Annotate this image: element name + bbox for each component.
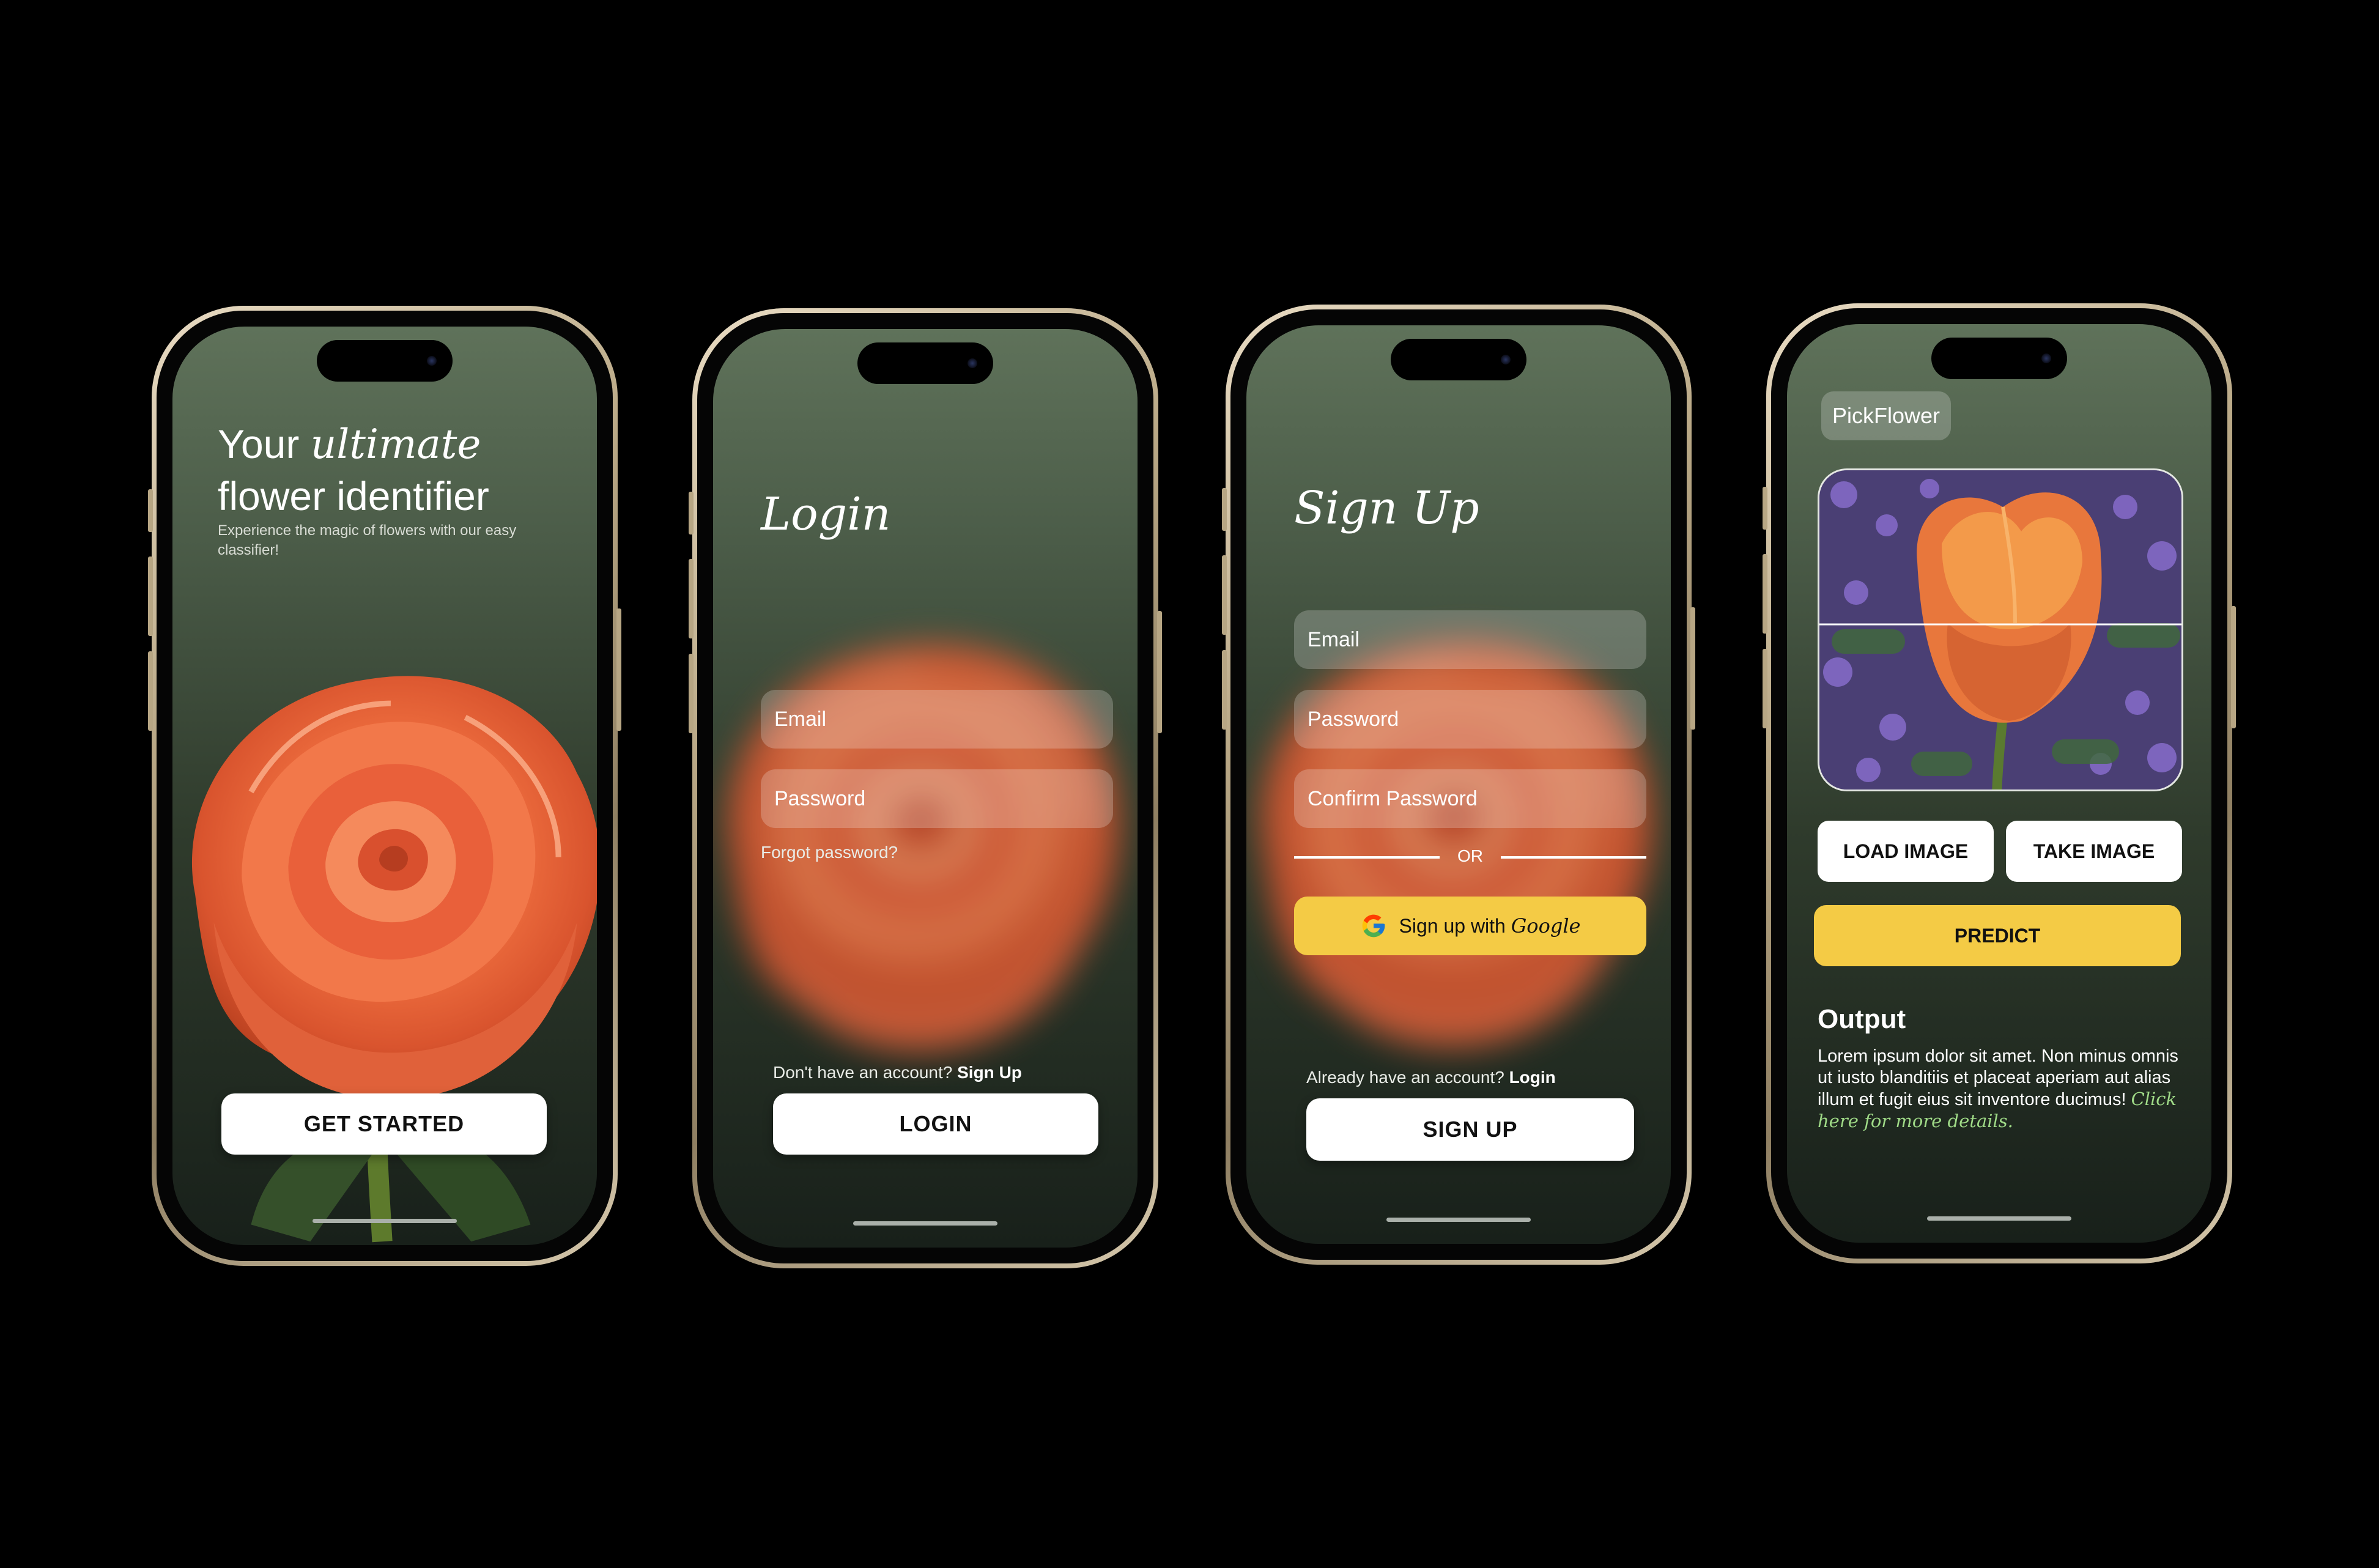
email-field[interactable]: Email [761, 690, 1113, 749]
google-icon [1362, 914, 1385, 937]
phone-login: Login Email Password Forgot password? Do… [689, 308, 1162, 1268]
mockup-stage: Your ultimate flower identifier Experien… [0, 0, 2379, 1568]
dynamic-island [1391, 339, 1526, 380]
load-image-button[interactable]: LOAD IMAGE [1818, 821, 1994, 882]
signup-button[interactable]: SIGN UP [1306, 1098, 1634, 1161]
output-title: Output [1818, 1004, 1906, 1034]
login-title: Login [761, 488, 891, 541]
tulip-image [1819, 470, 2181, 790]
signup-screen: Sign Up Email Password Confirm Password … [1246, 325, 1671, 1244]
password-field[interactable]: Password [1294, 690, 1646, 749]
classifier-screen: PickFlower LOAD IMAGE TAKE IMAGE PREDICT… [1787, 324, 2211, 1243]
have-account-text: Already have an account? [1306, 1068, 1504, 1087]
predict-button[interactable]: PREDICT [1814, 905, 2181, 966]
login-button[interactable]: LOGIN [773, 1093, 1098, 1155]
password-field[interactable]: Password [761, 769, 1113, 828]
dynamic-island [857, 342, 993, 384]
take-image-button[interactable]: TAKE IMAGE [2006, 821, 2182, 882]
login-prompt: Already have an account? Login [1306, 1068, 1556, 1087]
signup-link[interactable]: Sign Up [957, 1063, 1022, 1082]
app-name-tag: PickFlower [1821, 391, 1952, 440]
login-screen: Login Email Password Forgot password? Do… [713, 329, 1138, 1248]
home-indicator [1386, 1218, 1531, 1222]
welcome-screen: Your ultimate flower identifier Experien… [172, 327, 597, 1245]
google-signup-button[interactable]: Sign up with Google [1294, 897, 1646, 955]
signup-title: Sign Up [1294, 482, 1479, 534]
phone-signup: Sign Up Email Password Confirm Password … [1222, 305, 1695, 1265]
output-body: Lorem ipsum dolor sit amet. Non minus om… [1818, 1046, 2178, 1109]
welcome-title: Your ultimate flower identifier [218, 421, 489, 519]
phone-welcome: Your ultimate flower identifier Experien… [148, 306, 621, 1266]
email-field[interactable]: Email [1294, 610, 1646, 669]
dynamic-island [1931, 338, 2067, 379]
welcome-subtitle: Experience the magic of flowers with our… [218, 522, 517, 558]
dynamic-island [317, 340, 453, 382]
flower-image-preview[interactable] [1818, 468, 2183, 791]
forgot-password-link[interactable]: Forgot password? [761, 843, 898, 862]
phone-classifier: PickFlower LOAD IMAGE TAKE IMAGE PREDICT… [1763, 303, 2236, 1263]
login-link[interactable]: Login [1509, 1068, 1556, 1087]
home-indicator [1927, 1216, 2071, 1221]
home-indicator [853, 1221, 997, 1226]
confirm-password-field[interactable]: Confirm Password [1294, 769, 1646, 828]
google-button-label: Sign up with Google [1399, 914, 1581, 937]
no-account-text: Don't have an account? [773, 1063, 953, 1082]
home-indicator [313, 1219, 457, 1223]
output-text: Lorem ipsum dolor sit amet. Non minus om… [1818, 1046, 2185, 1133]
signup-prompt: Don't have an account? Sign Up [773, 1063, 1022, 1082]
or-divider: OR [1294, 845, 1646, 870]
get-started-button[interactable]: GET STARTED [221, 1093, 547, 1155]
